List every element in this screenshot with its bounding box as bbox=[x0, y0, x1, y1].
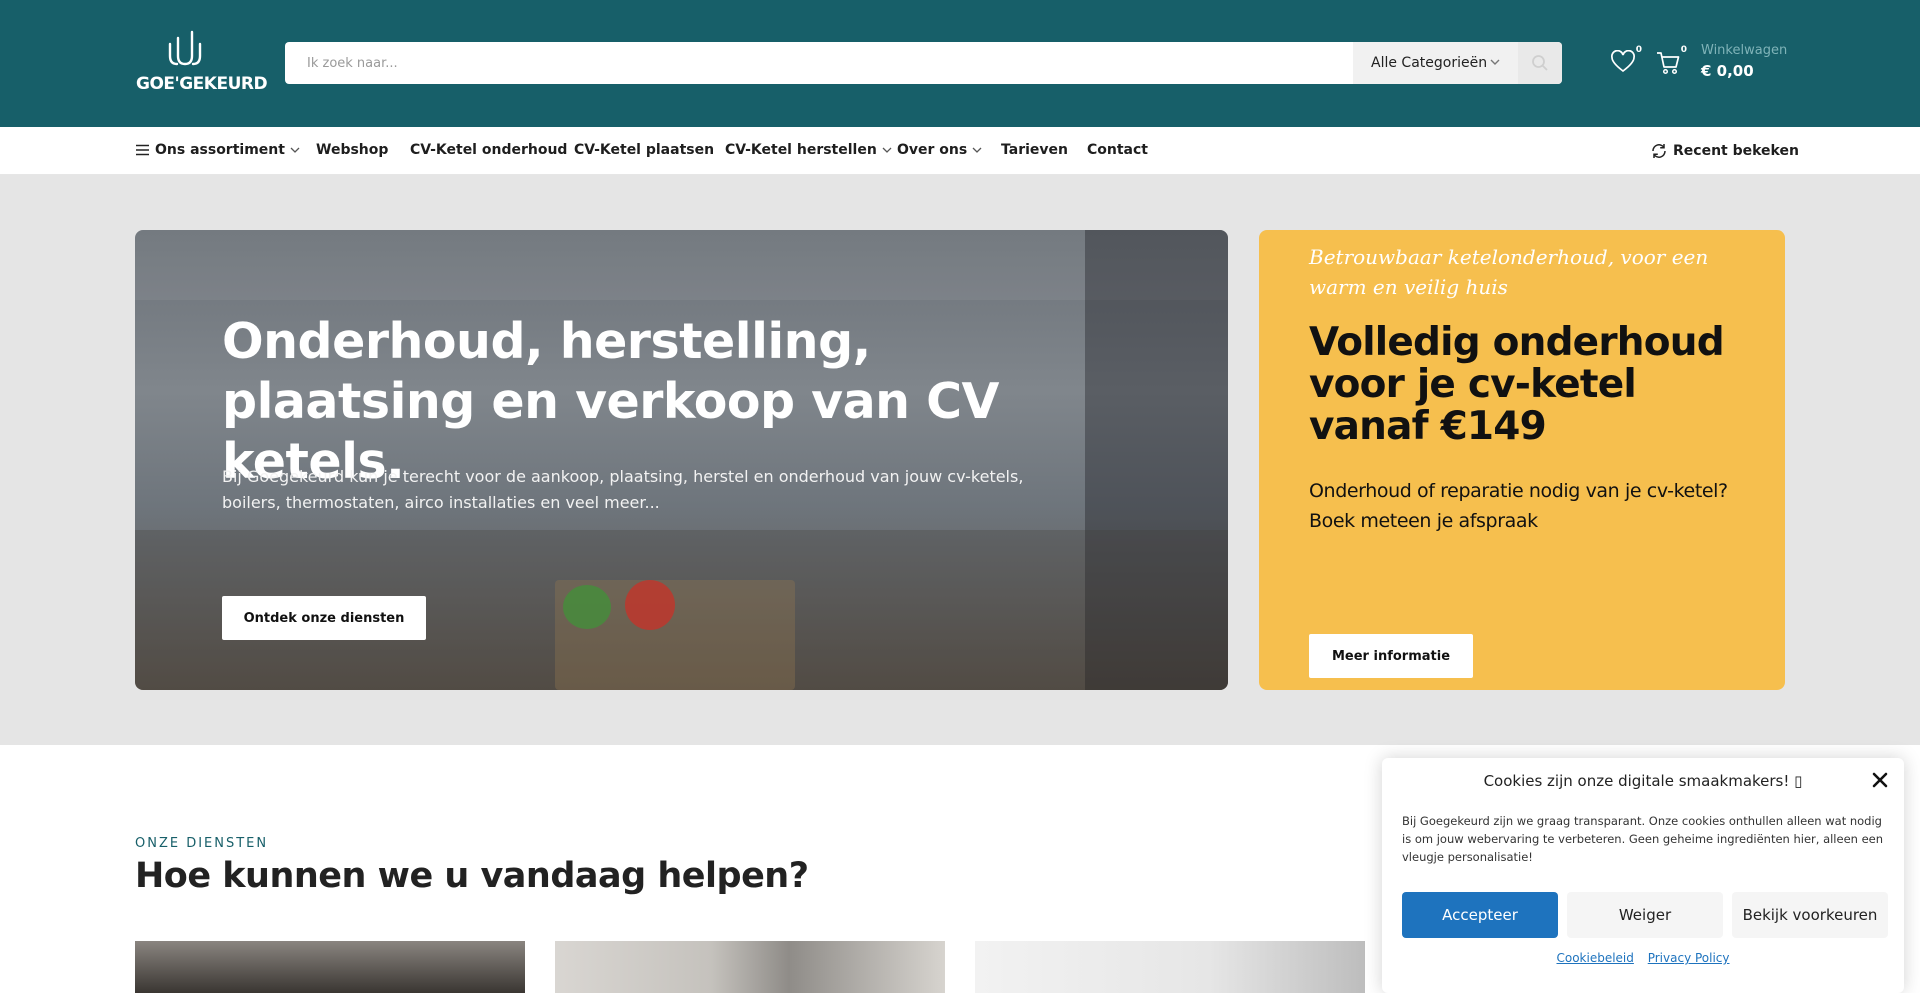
cookie-links: Cookiebeleid Privacy Policy bbox=[1382, 951, 1904, 965]
search-bar: Alle Categorieën bbox=[285, 42, 1562, 84]
search-icon bbox=[1532, 55, 1548, 71]
privacy-policy-link[interactable]: Privacy Policy bbox=[1648, 951, 1730, 965]
hero-banner: Onderhoud, herstelling, plaatsing en ver… bbox=[135, 230, 1228, 690]
service-card-image[interactable] bbox=[135, 941, 525, 993]
nav-item-label: Over ons bbox=[897, 142, 968, 158]
nav-item-assortiment[interactable]: Ons assortiment bbox=[135, 142, 300, 158]
close-icon bbox=[1872, 772, 1888, 788]
nav-item-label: Ons assortiment bbox=[155, 142, 285, 158]
services-title: Hoe kunnen we u vandaag helpen? bbox=[135, 856, 809, 896]
nav-item-cv-herstellen[interactable]: CV-Ketel herstellen bbox=[725, 142, 892, 158]
search-button[interactable] bbox=[1518, 42, 1562, 84]
promo-kicker: Betrouwbaar ketelonderhoud, voor een war… bbox=[1309, 245, 1709, 299]
search-input[interactable] bbox=[285, 42, 1353, 84]
services-kicker: ONZE DIENSTEN bbox=[135, 836, 269, 851]
category-select[interactable]: Alle Categorieën bbox=[1353, 42, 1518, 84]
nav-item-label: Webshop bbox=[316, 142, 389, 158]
service-card-image[interactable] bbox=[975, 941, 1365, 993]
cookie-title: Cookies zijn onze digitale smaakmakers! … bbox=[1382, 772, 1904, 790]
wishlist-button[interactable]: 0 bbox=[1610, 45, 1642, 76]
cart-label: Winkelwagen bbox=[1701, 43, 1788, 58]
cookie-policy-link[interactable]: Cookiebeleid bbox=[1556, 951, 1633, 965]
nav-item-label: CV-Ketel herstellen bbox=[725, 142, 877, 158]
site-header: GOE'GEKEURD Alle Categorieën 0 0 Winkelw… bbox=[0, 0, 1920, 127]
nav-item-label: CV-Ketel plaatsen bbox=[574, 142, 715, 158]
cookie-title-text: Cookies zijn onze digitale smaakmakers! bbox=[1483, 772, 1795, 790]
chevron-down-icon bbox=[290, 147, 300, 153]
promo-card: Betrouwbaar ketelonderhoud, voor een war… bbox=[1259, 230, 1785, 690]
cookie-consent-dialog: Cookies zijn onze digitale smaakmakers! … bbox=[1382, 758, 1904, 993]
hero-description: Bij Goegekeurd kun je terecht voor de aa… bbox=[222, 467, 1024, 512]
discover-services-button[interactable]: Ontdek onze diensten bbox=[222, 596, 426, 640]
view-preferences-button[interactable]: Bekijk voorkeuren bbox=[1732, 892, 1888, 938]
site-logo[interactable]: GOE'GEKEURD bbox=[136, 30, 268, 100]
cart-button[interactable]: 0 bbox=[1655, 45, 1687, 76]
logo-mark-icon bbox=[168, 30, 202, 66]
nav-item-tarieven[interactable]: Tarieven bbox=[1001, 142, 1068, 158]
service-card-image[interactable] bbox=[555, 941, 945, 993]
kitchen-cabinets-image bbox=[135, 230, 1228, 300]
heart-icon bbox=[1611, 49, 1635, 73]
cart-count: 0 bbox=[1680, 45, 1687, 55]
nav-item-over-ons[interactable]: Over ons bbox=[897, 142, 982, 158]
promo-title: Volledig onderhoud voor je cv-ketel vana… bbox=[1309, 320, 1725, 449]
nav-item-cv-plaatsen[interactable]: CV-Ketel plaatsen bbox=[574, 142, 714, 158]
recent-viewed-link[interactable]: Recent bekeken bbox=[1650, 142, 1799, 160]
nav-item-webshop[interactable]: Webshop bbox=[316, 142, 388, 158]
chevron-down-icon bbox=[972, 147, 982, 153]
cart-total: € 0,00 bbox=[1701, 62, 1754, 80]
pepper-image bbox=[563, 585, 611, 629]
nav-item-label: Contact bbox=[1087, 142, 1148, 158]
chevron-down-icon bbox=[1490, 59, 1500, 65]
cart-icon bbox=[1657, 52, 1680, 75]
nav-item-label: CV-Ketel onderhoud bbox=[410, 142, 568, 158]
refresh-icon bbox=[1652, 144, 1666, 158]
cookie-body: Bij Goegekeurd zijn we graag transparant… bbox=[1402, 814, 1884, 864]
logo-text: GOE'GEKEURD bbox=[136, 74, 268, 94]
main-nav: Ons assortiment Webshop CV-Ketel onderho… bbox=[0, 127, 1920, 175]
recent-viewed-label: Recent bekeken bbox=[1673, 143, 1799, 159]
category-select-label: Alle Categorieën bbox=[1371, 55, 1488, 71]
tomato-image bbox=[625, 580, 675, 630]
close-button[interactable] bbox=[1870, 770, 1890, 790]
menu-icon bbox=[136, 144, 149, 156]
chevron-down-icon bbox=[882, 147, 892, 153]
nav-item-cv-onderhoud[interactable]: CV-Ketel onderhoud bbox=[410, 142, 567, 158]
nav-item-contact[interactable]: Contact bbox=[1087, 142, 1148, 158]
cookie-emoji-icon: ▯ bbox=[1794, 772, 1803, 790]
promo-text: Onderhoud of reparatie nodig van je cv-k… bbox=[1309, 480, 1728, 532]
cart-summary[interactable]: Winkelwagen € 0,00 bbox=[1701, 43, 1787, 80]
wishlist-count: 0 bbox=[1635, 45, 1642, 55]
deny-cookies-button[interactable]: Weiger bbox=[1567, 892, 1723, 938]
nav-item-label: Tarieven bbox=[1001, 142, 1068, 158]
accept-cookies-button[interactable]: Accepteer bbox=[1402, 892, 1558, 938]
more-info-button[interactable]: Meer informatie bbox=[1309, 634, 1473, 678]
